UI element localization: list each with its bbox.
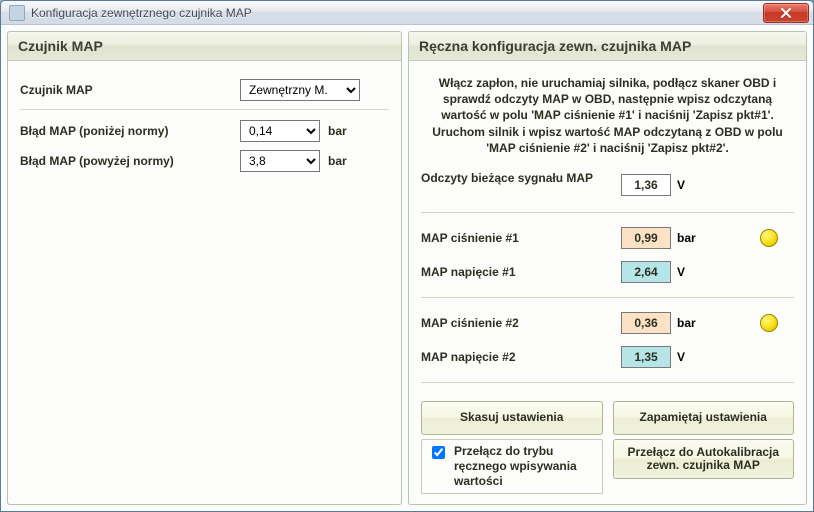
p2-status-led bbox=[760, 314, 778, 332]
p1-status-led bbox=[760, 229, 778, 247]
panel-manual-config: Ręczna konfiguracja zewn. czujnika MAP W… bbox=[408, 31, 807, 505]
divider bbox=[421, 212, 794, 213]
p1-voltage-label: MAP napięcie #1 bbox=[421, 265, 621, 279]
p2-pressure-unit: bar bbox=[677, 316, 705, 330]
p1-pressure-unit: bar bbox=[677, 231, 705, 245]
manual-mode-label[interactable]: Przełącz do trybu ręcznego wpisywania wa… bbox=[454, 444, 596, 489]
sensor-type-label: Czujnik MAP bbox=[20, 83, 240, 97]
p2-voltage-label: MAP napięcie #2 bbox=[421, 350, 621, 364]
titlebar: Konfiguracja zewnętrznego czujnika MAP bbox=[1, 1, 813, 25]
instructions-text: Włącz zapłon, nie uruchamiaj silnika, po… bbox=[421, 71, 794, 166]
close-icon bbox=[780, 8, 792, 18]
close-button[interactable] bbox=[763, 3, 809, 23]
err-high-label: Błąd MAP (powyżej normy) bbox=[20, 154, 240, 168]
live-signal-unit: V bbox=[677, 178, 705, 192]
err-low-select[interactable]: 0,14 bbox=[240, 120, 320, 142]
p1-pressure-input[interactable]: 0,99 bbox=[621, 227, 671, 249]
app-icon bbox=[9, 5, 25, 21]
save-button[interactable]: Zapamiętaj ustawienia bbox=[613, 401, 795, 435]
window-title: Konfiguracja zewnętrznego czujnika MAP bbox=[31, 6, 252, 20]
reset-button[interactable]: Skasuj ustawienia bbox=[421, 401, 603, 435]
divider bbox=[421, 297, 794, 298]
live-signal-label: Odczyty bieżące sygnału MAP bbox=[421, 172, 621, 198]
client-area: Czujnik MAP Czujnik MAP Zewnętrzny M. Bł… bbox=[1, 25, 813, 511]
p2-voltage-value: 1,35 bbox=[621, 346, 671, 368]
sensor-type-select[interactable]: Zewnętrzny M. bbox=[240, 79, 360, 101]
err-low-label: Błąd MAP (poniżej normy) bbox=[20, 124, 240, 138]
divider bbox=[421, 382, 794, 383]
err-low-unit: bar bbox=[328, 124, 347, 138]
autocal-button[interactable]: Przełącz do Autokalibracja zewn. czujnik… bbox=[613, 439, 795, 479]
err-high-select[interactable]: 3,8 bbox=[240, 150, 320, 172]
p2-pressure-input[interactable]: 0,36 bbox=[621, 312, 671, 334]
p1-voltage-unit: V bbox=[677, 265, 705, 279]
p2-voltage-unit: V bbox=[677, 350, 705, 364]
manual-mode-group: Przełącz do trybu ręcznego wpisywania wa… bbox=[421, 439, 603, 494]
p1-voltage-value: 2,64 bbox=[621, 261, 671, 283]
panel-map-sensor-header: Czujnik MAP bbox=[8, 32, 401, 61]
window: Konfiguracja zewnętrznego czujnika MAP C… bbox=[0, 0, 814, 512]
divider bbox=[20, 109, 389, 110]
live-signal-value: 1,36 bbox=[621, 174, 671, 196]
manual-mode-checkbox[interactable] bbox=[432, 446, 445, 459]
p1-pressure-label: MAP ciśnienie #1 bbox=[421, 231, 621, 245]
err-high-unit: bar bbox=[328, 154, 347, 168]
p2-pressure-label: MAP ciśnienie #2 bbox=[421, 316, 621, 330]
panel-map-sensor: Czujnik MAP Czujnik MAP Zewnętrzny M. Bł… bbox=[7, 31, 402, 505]
panel-manual-config-header: Ręczna konfiguracja zewn. czujnika MAP bbox=[409, 32, 806, 61]
